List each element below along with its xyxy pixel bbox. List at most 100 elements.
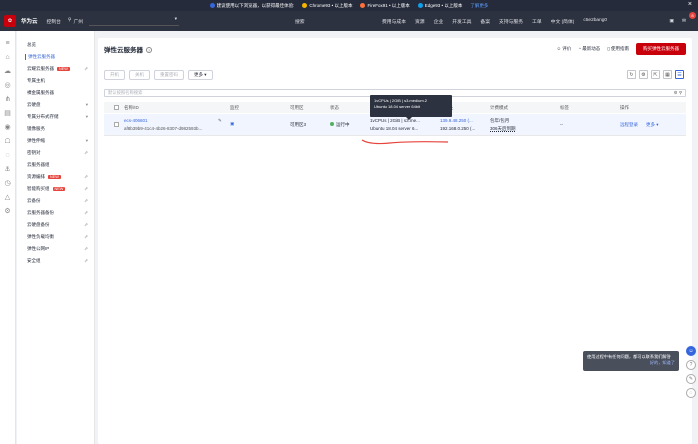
- more-actions-button[interactable]: 更多 ▾: [188, 70, 213, 80]
- location-icon: ⚲: [67, 17, 72, 23]
- warning-icon[interactable]: △: [4, 193, 12, 201]
- grid-view-icon[interactable]: ▦: [663, 70, 672, 79]
- close-icon[interactable]: ×: [688, 1, 692, 8]
- external-link-icon: ⇗: [84, 222, 88, 227]
- row-more-link[interactable]: 更多 ▾: [646, 122, 659, 128]
- sidebar-item-rfs[interactable]: 资源编排 NEW ⇗: [17, 171, 94, 183]
- news-link[interactable]: ◔ 最新动态: [578, 46, 600, 52]
- chat-icon[interactable]: ☺: [686, 346, 696, 356]
- security-icon[interactable]: ☖: [4, 137, 12, 145]
- col-tag: 标签: [560, 104, 569, 110]
- link-resources[interactable]: 资源: [415, 18, 425, 25]
- public-ip[interactable]: 139.9.48.250 (...: [440, 118, 473, 123]
- reset-password-button[interactable]: 重置密码: [154, 70, 184, 80]
- huawei-logo-icon[interactable]: ✿: [4, 15, 16, 27]
- sidebar-item-keypair[interactable]: 密钥对 ⇗: [17, 147, 94, 159]
- search-box[interactable]: 搜索: [295, 18, 375, 25]
- database-icon[interactable]: ◉: [4, 123, 12, 131]
- sidebar-item-eip[interactable]: 弹性公网IP ⇗: [17, 243, 94, 255]
- anchor-icon[interactable]: ⚓: [4, 165, 12, 173]
- sidebar-item-label: 云服务器备份: [27, 210, 54, 215]
- buy-ecs-button[interactable]: 购买弹性云服务器: [636, 43, 686, 55]
- sidebar-item-ims[interactable]: 镜像服务: [17, 123, 94, 135]
- sidebar-item-label: 专属主机: [27, 78, 45, 83]
- brand-name[interactable]: 华为云: [21, 17, 38, 25]
- user-account[interactable]: c5e2bang0: [583, 18, 607, 25]
- search-icon[interactable]: ⚙ ⚲: [674, 90, 682, 96]
- sidebar-item-label: 云硬盘: [27, 102, 41, 107]
- browser-banner: 建议使用以下浏览器，以获得最佳体验: Chrome93 • 以上版本 FireF…: [0, 0, 698, 11]
- sidebar-item-ecs[interactable]: 弹性云服务器: [17, 51, 94, 63]
- sidebar-item-evs[interactable]: 云硬盘 ▾: [17, 99, 94, 111]
- console-link[interactable]: 控制台: [47, 18, 61, 25]
- sidebar-item-cbr[interactable]: 云备份 ⇗: [17, 195, 94, 207]
- sidebar-item-smart-buy[interactable]: 智能购买组 NEW ⇗: [17, 183, 94, 195]
- menu-icon[interactable]: ≡: [4, 39, 12, 47]
- notification-icon[interactable]: ✉: [682, 19, 686, 24]
- refresh-icon[interactable]: ↻: [627, 70, 636, 79]
- notice-dismiss[interactable]: 好的，知道了: [587, 360, 675, 366]
- link-support[interactable]: 支持与服务: [499, 18, 523, 25]
- link-filing[interactable]: 备案: [480, 18, 490, 25]
- language-selector[interactable]: 中文 (简体): [551, 18, 575, 25]
- export-icon[interactable]: ⇱: [651, 70, 660, 79]
- az-value: 可用区3: [290, 122, 307, 127]
- chrome-icon: [302, 3, 308, 8]
- help-icon[interactable]: ?: [146, 47, 152, 53]
- question-icon[interactable]: ?: [686, 360, 696, 370]
- select-all-checkbox[interactable]: [114, 105, 119, 110]
- start-button[interactable]: 开机: [104, 70, 125, 80]
- banner-more-link[interactable]: 了解更多: [470, 3, 488, 9]
- banner-firefox: FireFox91 • 以上版本: [367, 2, 410, 8]
- table-row: ecs-406601 af8b39b9-41c4-4b26-8307-d9825…: [104, 114, 686, 136]
- edge-icon: [417, 3, 423, 8]
- sidebar-item-bms[interactable]: 裸金属服务器: [17, 87, 94, 99]
- network-icon[interactable]: ⋔: [4, 95, 12, 103]
- sidebar-item-dss[interactable]: 专属分布式存储 ▾: [17, 111, 94, 123]
- cloud-icon[interactable]: ☁: [4, 67, 12, 75]
- stop-button[interactable]: 关机: [129, 70, 150, 80]
- link-enterprise[interactable]: 企业: [434, 18, 444, 25]
- header-actions: ☺ 评价 ◔ 最新动态 ▯ 使用指南 购买弹性云服务器: [556, 43, 686, 55]
- sidebar-item-security-group[interactable]: 安全组 ⇗: [17, 255, 94, 267]
- rating-link[interactable]: ☺ 评价: [556, 46, 571, 52]
- sidebar-item-overview[interactable]: 总览: [17, 39, 94, 51]
- sidebar-item-server-backup[interactable]: 云服务器备份 ⇗: [17, 207, 94, 219]
- sidebar-item-elb[interactable]: 弹性负载均衡 ⇗: [17, 231, 94, 243]
- link-ticket[interactable]: 工单: [532, 18, 542, 25]
- project-dropdown[interactable]: ▾: [89, 17, 180, 26]
- sidebar-item-flexus[interactable]: 云耀云服务器 NEW ⇗: [17, 63, 94, 75]
- home-icon[interactable]: ⌂: [4, 53, 12, 61]
- sidebar-item-disk-backup[interactable]: 云硬盘备份 ⇗: [17, 219, 94, 231]
- chevron-down-icon: ▾: [85, 114, 88, 119]
- guide-link[interactable]: ▯ 使用指南: [607, 46, 629, 52]
- sidebar-item-as[interactable]: 弹性伸缩 ▾: [17, 135, 94, 147]
- clock-icon[interactable]: ◷: [4, 179, 12, 187]
- list-view-icon[interactable]: ☰: [675, 70, 684, 79]
- window-icon[interactable]: ▣: [669, 19, 674, 24]
- remote-login-link[interactable]: 远程登录: [620, 122, 638, 128]
- link-devtools[interactable]: 开发工具: [452, 18, 471, 25]
- compute-icon[interactable]: ◎: [4, 81, 12, 89]
- col-status: 状态: [330, 104, 339, 110]
- message-icon[interactable]: ◌: [686, 388, 696, 398]
- feedback-icon[interactable]: ✎: [686, 374, 696, 384]
- image-text[interactable]: Ubuntu 18.04 server 6...: [370, 126, 418, 131]
- row-checkbox[interactable]: [114, 122, 119, 127]
- spec-text[interactable]: 1vCPUs | 2GiB | s3.me...: [370, 118, 420, 123]
- monitor-icon[interactable]: ◌: [4, 151, 12, 159]
- instance-name-link[interactable]: ecs-406601: [124, 118, 148, 123]
- link-billing[interactable]: 费用与成本: [382, 18, 406, 25]
- settings-icon[interactable]: ⚙: [639, 70, 648, 79]
- expiry-text[interactable]: 306天后到期: [490, 126, 516, 132]
- region-selector[interactable]: ⚲ 广州: [68, 18, 83, 25]
- external-link-icon: ⇗: [84, 234, 88, 239]
- firefox-icon: [360, 3, 366, 8]
- tooltip-line-image: Ubuntu 18.04 server 64bit: [374, 104, 421, 109]
- sidebar-item-dedicated-host[interactable]: 专属主机: [17, 75, 94, 87]
- edit-icon[interactable]: ✎: [218, 118, 222, 124]
- sidebar-item-server-group[interactable]: 云服务器组: [17, 159, 94, 171]
- storage-icon[interactable]: ▤: [4, 109, 12, 117]
- gear-icon[interactable]: ⚙: [4, 207, 12, 215]
- monitor-chart-icon[interactable]: ▣: [230, 121, 234, 127]
